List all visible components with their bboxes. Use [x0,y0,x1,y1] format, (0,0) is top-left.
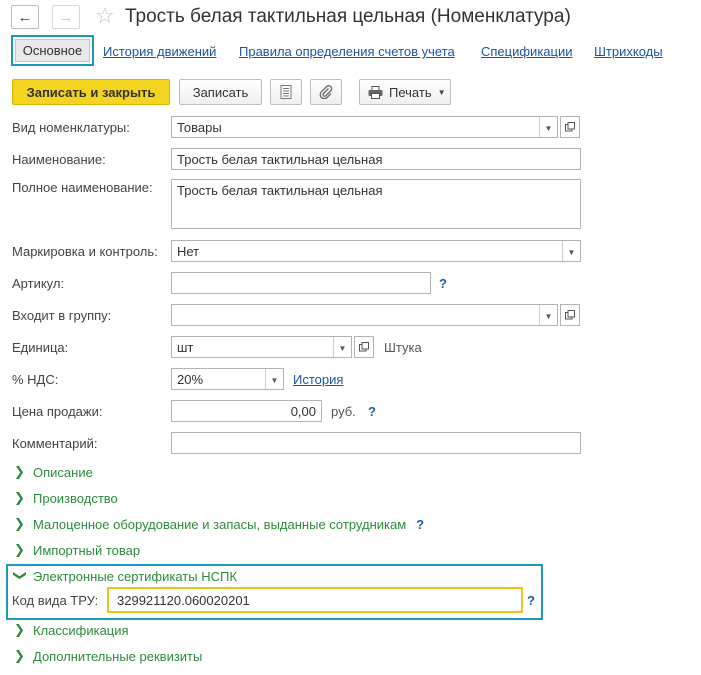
group-certificates[interactable]: ❯ Электронные сертификаты НСПК [13,568,237,584]
save-button[interactable]: Записать [179,79,262,105]
marking-value: Нет [177,244,200,259]
chevron-right-icon: ❯ [14,622,25,637]
chevron-down-icon[interactable]: ▼ [539,117,557,137]
low-value-help-icon[interactable]: ? [416,517,424,532]
group-classification-label: Классификация [33,622,129,638]
kind-value: Товары [177,120,222,135]
page-title: Трость белая тактильная цельная (Номенкл… [125,6,571,27]
star-icon[interactable]: ☆ [95,3,115,29]
tab-movement-history[interactable]: История движений [103,44,216,59]
chevron-right-icon: ❯ [14,648,25,663]
article-field[interactable] [171,272,431,294]
name-label: Наименование: [12,152,106,167]
comment-field[interactable] [171,432,581,454]
group-low-value-label: Малоценное оборудование и запасы, выданн… [33,516,407,532]
group-imported-label: Импортный товар [33,542,141,558]
group-additional[interactable]: ❯ Дополнительные реквизиты [14,648,202,664]
document-list-icon [280,85,292,99]
tab-main[interactable]: Основное [11,35,94,66]
open-window-icon [565,122,575,132]
group-production[interactable]: ❯ Производство [14,490,118,506]
open-window-icon [565,310,575,320]
tab-specifications[interactable]: Спецификации [481,44,573,59]
marking-field[interactable]: Нет ▼ [171,240,581,262]
chevron-down-icon[interactable]: ▼ [333,337,351,357]
group-classification[interactable]: ❯ Классификация [14,622,129,638]
chevron-right-icon: ❯ [14,490,25,505]
tru-help-icon[interactable]: ? [527,593,535,608]
kind-open-button[interactable] [560,116,580,138]
vat-label: % НДС: [12,372,59,387]
unit-label: Единица: [12,340,69,355]
arrow-right-icon: → [58,8,74,26]
group-label: Входит в группу: [12,308,112,323]
unit-open-button[interactable] [354,336,374,358]
price-field[interactable]: 0,00 [171,400,322,422]
unit-field[interactable]: шт ▼ [171,336,352,358]
save-and-close-button[interactable]: Записать и закрыть [12,79,170,105]
forward-button[interactable]: → [52,5,80,29]
chevron-right-icon: ❯ [14,464,25,479]
chevron-down-icon: ❯ [13,570,28,581]
chevron-down-icon[interactable]: ▼ [539,305,557,325]
price-currency: руб. [331,404,356,419]
vat-history-link[interactable]: История [293,372,343,387]
chevron-right-icon: ❯ [14,516,25,531]
chevron-down-icon[interactable]: ▼ [265,369,283,389]
paperclip-icon [319,85,333,99]
tru-label: Код вида ТРУ: [12,593,99,608]
attach-button[interactable] [310,79,342,105]
kind-label: Вид номенклатуры: [12,120,130,135]
chevron-down-icon: ▼ [437,87,446,97]
group-low-value[interactable]: ❯ Малоценное оборудование и запасы, выда… [14,516,424,532]
unit-value: шт [177,340,194,355]
group-field[interactable]: ▼ [171,304,558,326]
price-label: Цена продажи: [12,404,103,419]
group-description[interactable]: ❯ Описание [14,464,93,480]
tab-main-label: Основное [15,39,90,62]
price-help-icon[interactable]: ? [368,404,376,419]
group-open-button[interactable] [560,304,580,326]
back-button[interactable]: ← [11,5,39,29]
arrow-left-icon: ← [17,8,33,26]
kind-field[interactable]: Товары ▼ [171,116,558,138]
open-window-icon [359,342,369,352]
printer-icon [368,85,383,99]
group-description-label: Описание [33,464,93,480]
tab-accounting-rules[interactable]: Правила определения счетов учета [239,44,455,59]
comment-label: Комментарий: [12,436,98,451]
fullname-field[interactable]: Трость белая тактильная цельная [171,179,581,229]
tab-barcodes[interactable]: Штрихкоды [594,44,663,59]
tru-code-field[interactable]: 329921120.060020201 [107,587,523,613]
vat-field[interactable]: 20% ▼ [171,368,284,390]
group-additional-label: Дополнительные реквизиты [33,648,203,664]
print-label: Печать [389,84,432,100]
unit-name: Штука [384,340,422,355]
group-production-label: Производство [33,490,118,506]
chevron-right-icon: ❯ [14,542,25,557]
group-imported[interactable]: ❯ Импортный товар [14,542,140,558]
article-help-icon[interactable]: ? [439,276,447,291]
article-label: Артикул: [12,276,65,291]
marking-label: Маркировка и контроль: [12,244,158,259]
print-button[interactable]: Печать ▼ [359,79,451,105]
fullname-label: Полное наименование: [12,180,153,195]
chevron-down-icon[interactable]: ▼ [562,241,580,261]
document-list-button[interactable] [270,79,302,105]
vat-value: 20% [177,372,204,387]
name-field[interactable]: Трость белая тактильная цельная [171,148,581,170]
group-certificates-label: Электронные сертификаты НСПК [33,568,237,584]
